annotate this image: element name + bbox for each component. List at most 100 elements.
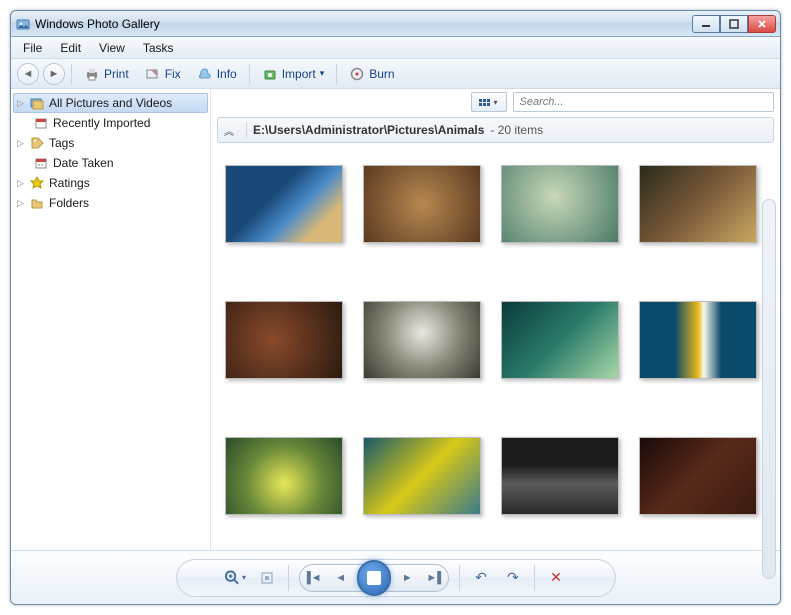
thumbnail[interactable] (639, 437, 757, 515)
rotate-left-button[interactable]: ↶ (470, 567, 492, 589)
forward-icon: ► (49, 68, 60, 80)
thumbnail[interactable] (639, 301, 757, 379)
prev-icon: ◄ (335, 572, 346, 584)
app-icon (15, 16, 31, 32)
sidebar-item-all-pictures[interactable]: ▷ All Pictures and Videos (13, 93, 208, 113)
thumbnail-area[interactable] (211, 145, 780, 550)
first-button[interactable]: ▐◄ (300, 568, 324, 588)
main-panel: ▾ ︽ E:\Users\Administrator\Pictures\Anim… (211, 89, 780, 550)
back-icon: ◄ (23, 68, 34, 80)
sidebar: ▷ All Pictures and Videos Recently Impor… (11, 89, 211, 550)
info-button[interactable]: Info (191, 63, 243, 85)
breadcrumb: ︽ E:\Users\Administrator\Pictures\Animal… (217, 117, 774, 143)
dropdown-icon: ▾ (493, 98, 497, 107)
next-icon: ► (402, 572, 413, 584)
folder-icon (29, 195, 45, 211)
burn-button[interactable]: Burn (343, 63, 400, 85)
sidebar-item-label: Recently Imported (53, 116, 150, 130)
breadcrumb-path[interactable]: E:\Users\Administrator\Pictures\Animals (253, 123, 484, 137)
sidebar-item-recently-imported[interactable]: Recently Imported (13, 113, 208, 133)
dropdown-icon: ▾ (242, 573, 246, 582)
undo-icon: ↶ (475, 569, 487, 586)
slideshow-icon (367, 571, 381, 585)
prev-button[interactable]: ◄ (328, 568, 352, 588)
slideshow-button[interactable] (357, 560, 391, 596)
import-label: Import (282, 67, 316, 81)
item-count: - 20 items (490, 123, 543, 137)
search-input[interactable] (513, 92, 775, 112)
grid-icon (479, 99, 490, 106)
thumbnail[interactable] (363, 165, 481, 243)
minimize-button[interactable] (692, 15, 720, 33)
sidebar-item-ratings[interactable]: ▷ Ratings (13, 173, 208, 193)
maximize-button[interactable] (720, 15, 748, 33)
forward-button[interactable]: ► (43, 63, 65, 85)
separator (71, 64, 72, 84)
thumbnail[interactable] (501, 165, 619, 243)
info-icon (197, 66, 213, 82)
burn-label: Burn (369, 67, 394, 81)
menu-tasks[interactable]: Tasks (135, 39, 182, 57)
sidebar-item-tags[interactable]: ▷ Tags (13, 133, 208, 153)
thumbnail[interactable] (225, 165, 343, 243)
last-button[interactable]: ►▌ (424, 568, 448, 588)
titlebar[interactable]: Windows Photo Gallery (11, 11, 780, 37)
sidebar-item-label: Folders (49, 196, 89, 210)
app-window: Windows Photo Gallery File Edit View Tas… (10, 10, 781, 605)
toolbar: ◄ ► Print Fix Info Import ▾ Burn (11, 59, 780, 89)
expand-icon[interactable]: ▷ (17, 178, 27, 189)
expand-icon[interactable]: ▷ (17, 198, 27, 209)
thumbnail[interactable] (639, 165, 757, 243)
bottom-controls: ▾ ▐◄ ◄ ► ►▌ ↶ ↷ ✕ (11, 550, 780, 604)
menubar: File Edit View Tasks (11, 37, 780, 59)
content-area: ▷ All Pictures and Videos Recently Impor… (11, 89, 780, 550)
separator (459, 565, 460, 591)
fix-button[interactable]: Fix (139, 63, 187, 85)
separator (249, 64, 250, 84)
thumbnail-grid (225, 165, 766, 515)
thumbnail[interactable] (501, 437, 619, 515)
zoom-button[interactable]: ▾ (224, 567, 246, 589)
window-controls (692, 15, 776, 33)
import-icon (262, 66, 278, 82)
calendar-icon (33, 155, 49, 171)
delete-icon: ✕ (550, 569, 562, 586)
recent-icon (33, 115, 49, 131)
delete-button[interactable]: ✕ (545, 567, 567, 589)
print-button[interactable]: Print (78, 63, 135, 85)
expand-icon[interactable]: ▷ (17, 98, 27, 109)
print-label: Print (104, 67, 129, 81)
thumbnail[interactable] (501, 301, 619, 379)
first-icon: ▐◄ (303, 572, 322, 584)
playback-capsule: ▾ ▐◄ ◄ ► ►▌ ↶ ↷ ✕ (176, 559, 616, 597)
expand-icon[interactable]: ▷ (17, 138, 27, 149)
thumbnail[interactable] (363, 437, 481, 515)
sidebar-item-label: All Pictures and Videos (49, 96, 172, 110)
sidebar-item-folders[interactable]: ▷ Folders (13, 193, 208, 213)
thumbnail[interactable] (363, 301, 481, 379)
scrollbar[interactable] (762, 199, 776, 579)
import-button[interactable]: Import ▾ (256, 63, 331, 85)
sidebar-item-label: Tags (49, 136, 74, 150)
thumbnail[interactable] (225, 437, 343, 515)
menu-edit[interactable]: Edit (52, 39, 89, 57)
navigation-controls: ▐◄ ◄ ► ►▌ (299, 564, 449, 592)
menu-view[interactable]: View (91, 39, 133, 57)
separator (534, 565, 535, 591)
back-button[interactable]: ◄ (17, 63, 39, 85)
star-icon (29, 175, 45, 191)
thumbnail[interactable] (225, 301, 343, 379)
collapse-icon[interactable]: ︽ (224, 123, 240, 138)
close-button[interactable] (748, 15, 776, 33)
search-bar: ▾ (211, 89, 780, 115)
view-mode-button[interactable]: ▾ (471, 92, 507, 112)
next-button[interactable]: ► (395, 568, 419, 588)
menu-file[interactable]: File (15, 39, 50, 57)
rotate-right-button[interactable]: ↷ (502, 567, 524, 589)
sidebar-item-label: Date Taken (53, 156, 114, 170)
sidebar-item-date-taken[interactable]: Date Taken (13, 153, 208, 173)
separator (336, 64, 337, 84)
tags-icon (29, 135, 45, 151)
last-icon: ►▌ (426, 572, 445, 584)
fit-button[interactable] (256, 567, 278, 589)
